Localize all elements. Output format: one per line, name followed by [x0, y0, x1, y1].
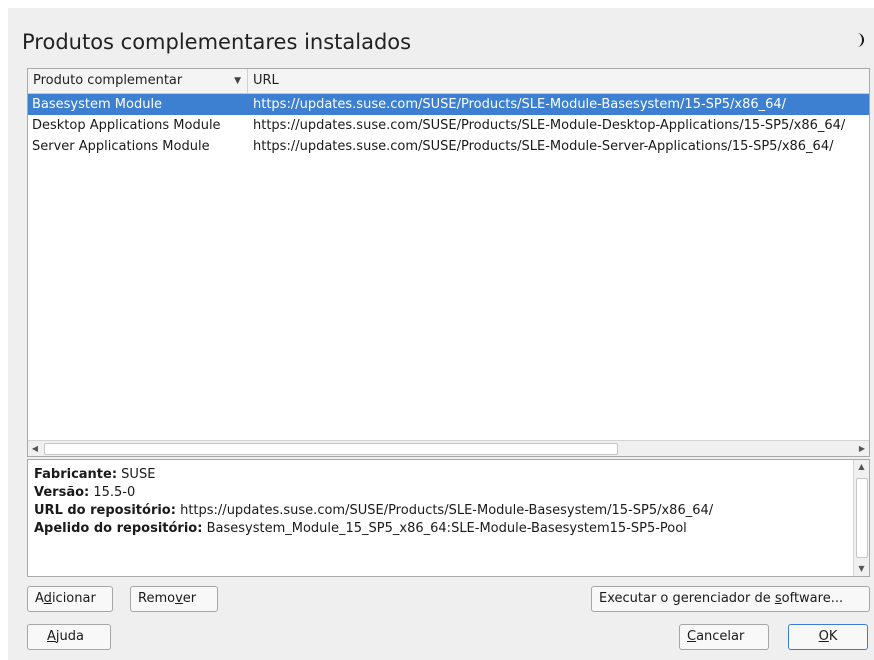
column-header-url[interactable]: URL: [248, 69, 869, 93]
repo-url-value: https://updates.suse.com/SUSE/Products/S…: [180, 503, 714, 518]
dialog-title: Produtos complementares instalados: [22, 30, 412, 54]
dialog-window: Produtos complementares instalados Produ…: [8, 8, 874, 660]
repo-url-label: URL do repositório:: [34, 503, 176, 518]
half-moon-icon: [852, 30, 866, 50]
version-label: Versão:: [34, 485, 90, 500]
column-header-product[interactable]: Produto complementar ▼: [28, 69, 248, 93]
horizontal-scrollbar[interactable]: ◀ ▶: [28, 440, 869, 456]
row-url: https://updates.suse.com/SUSE/Products/S…: [253, 118, 846, 133]
add-button[interactable]: Adicionar: [27, 586, 113, 612]
table-row[interactable]: Basesystem Module https://updates.suse.c…: [28, 94, 869, 115]
row-url: https://updates.suse.com/SUSE/Products/S…: [253, 97, 787, 112]
scroll-up-icon[interactable]: ▲: [854, 460, 869, 474]
repo-alias-value: Basesystem_Module_15_SP5_x86_64:SLE-Modu…: [206, 521, 687, 536]
scroll-left-icon[interactable]: ◀: [28, 441, 42, 456]
vendor-value: SUSE: [121, 467, 156, 482]
sort-descending-icon: ▼: [234, 76, 241, 86]
row-product: Basesystem Module: [32, 97, 163, 112]
ok-button[interactable]: OK: [788, 624, 868, 650]
repo-alias-label: Apelido do repositório:: [34, 521, 203, 536]
table-row[interactable]: Server Applications Module https://updat…: [28, 136, 869, 157]
scroll-right-icon[interactable]: ▶: [855, 441, 869, 456]
table-header: Produto complementar ▼ URL: [28, 69, 869, 94]
scrollbar-thumb[interactable]: [856, 478, 868, 558]
scroll-down-icon[interactable]: ▼: [854, 562, 869, 576]
row-product: Desktop Applications Module: [32, 118, 221, 133]
details-text: Fabricante: SUSE Versão: 15.5-0 URL do r…: [34, 466, 713, 538]
row-url: https://updates.suse.com/SUSE/Products/S…: [253, 139, 834, 154]
cancel-button[interactable]: Cancelar: [679, 624, 769, 650]
vendor-label: Fabricante:: [34, 467, 118, 482]
run-software-manager-button[interactable]: Executar o gerenciador de software...: [591, 586, 870, 612]
remove-button[interactable]: Remover: [130, 586, 218, 612]
details-panel: Fabricante: SUSE Versão: 15.5-0 URL do r…: [27, 459, 870, 577]
scrollbar-thumb[interactable]: [44, 443, 618, 455]
help-button[interactable]: Ajuda: [27, 624, 111, 650]
version-value: 15.5-0: [93, 485, 136, 500]
addon-table[interactable]: Produto complementar ▼ URL Basesystem Mo…: [27, 68, 870, 457]
row-product: Server Applications Module: [32, 139, 210, 154]
table-row[interactable]: Desktop Applications Module https://upda…: [28, 115, 869, 136]
vertical-scrollbar[interactable]: ▲ ▼: [853, 460, 869, 576]
